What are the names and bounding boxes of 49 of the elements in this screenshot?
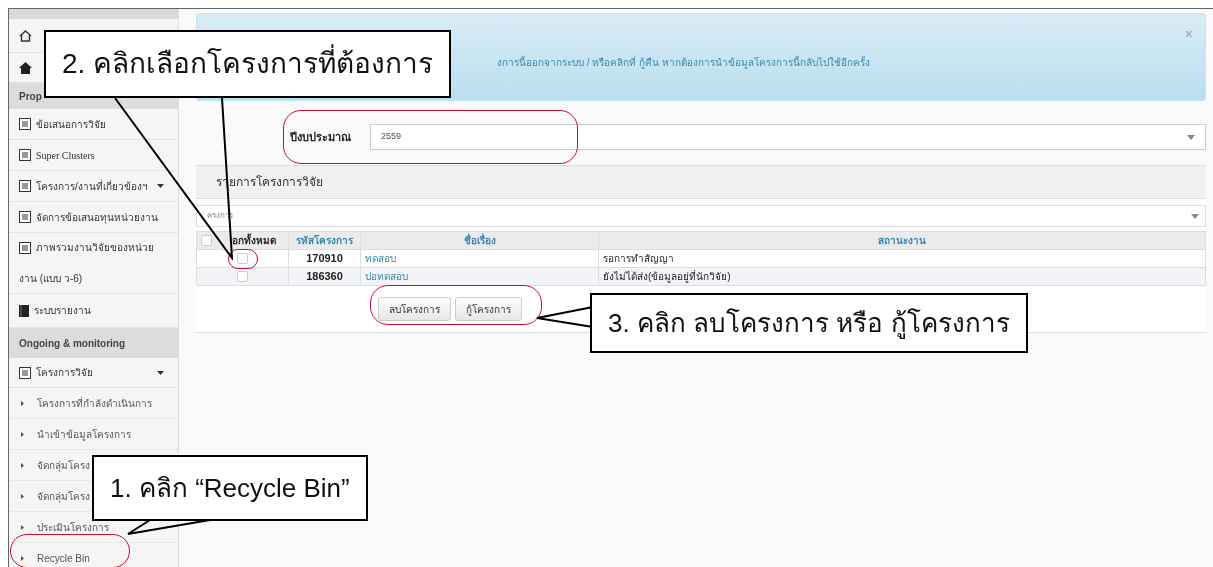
bullet-icon: [21, 493, 24, 499]
dropdown-icon: [1187, 134, 1195, 140]
sidebar-subitem[interactable]: นำเข้าข้อมูลโครงการ: [37, 426, 131, 442]
title-link[interactable]: ปอทดสอบ: [365, 269, 408, 284]
sidebar-subitem[interactable]: จัดกลุ่มโครง: [37, 457, 90, 473]
action-button[interactable]: ลบโครงการ: [378, 297, 451, 321]
checkbox[interactable]: [237, 253, 248, 264]
callout-tooltip: 1. คลิก “Recycle Bin”: [92, 455, 368, 521]
bullet-icon: [21, 400, 24, 406]
checkbox[interactable]: [237, 271, 248, 282]
sidebar-subitem[interactable]: โครงการที่กำลังดำเนินการ: [37, 395, 152, 411]
table-cell: ยังไม่ได้ส่ง(ข้อมูลอยู่ที่นักวิจัย): [603, 269, 731, 284]
alert-message: งการนี้ออกจากระบบ / หรือคลิกที่ กู้คืน หากต้องการนำข้อมูลโครงการนี้กลับไปใช้อีกครั้ง: [497, 54, 870, 70]
bullet-icon: [21, 431, 24, 437]
table-cell-text: 186360: [306, 269, 343, 285]
list-icon: [19, 149, 31, 161]
list-icon: [19, 366, 31, 379]
list-icon: [19, 118, 31, 130]
sidebar-subitem[interactable]: ประเมินโครงการ: [37, 519, 109, 535]
list-icon: [19, 241, 31, 254]
book-icon: [19, 304, 29, 317]
field-label: ปีงบประมาณ: [290, 129, 352, 145]
sidebar-item[interactable]: ภาพรวมงานวิจัยของหน่วย งาน (แบบ ว-6): [9, 233, 178, 294]
sidebar-subitem[interactable]: Recycle Bin: [37, 550, 90, 566]
checkbox[interactable]: [201, 235, 212, 246]
table-cell-text: 170910: [306, 251, 343, 267]
house-icon[interactable]: [19, 61, 32, 74]
sidebar-item[interactable]: โครงการวิจัย: [9, 358, 178, 388]
title-link[interactable]: ทดสอบ: [365, 251, 396, 266]
sidebar-item[interactable]: ข้อเสนอการวิจัย: [9, 109, 178, 140]
home-icon[interactable]: [19, 29, 32, 42]
sidebar-subitem[interactable]: จัดกลุ่มโครง: [37, 488, 90, 504]
sidebar-item[interactable]: Super Clusters: [9, 140, 178, 171]
list-icon: [19, 180, 31, 192]
sidebar-section-header: Prop: [19, 89, 42, 104]
sidebar-section-header: Ongoing & monitoring: [19, 336, 126, 351]
dropdown-icon: [1191, 213, 1199, 219]
action-button[interactable]: กู้โครงการ: [455, 297, 522, 321]
budget-select[interactable]: 2559: [370, 124, 1206, 150]
column-header: อกทั้งหมด: [232, 233, 276, 248]
sidebar-item[interactable]: จัดการข้อเสนอทุนหน่วยงาน: [9, 202, 178, 233]
bullet-icon: [21, 555, 24, 561]
list-icon: [19, 211, 31, 223]
bullet-icon: [21, 524, 24, 530]
table-cell-text: รอการทำสัญญา: [603, 252, 674, 266]
sidebar-item[interactable]: โครงการ/งานที่เกี่ยวข้องฯ: [9, 171, 178, 202]
bullet-icon: [21, 462, 24, 468]
callout-tooltip: 2. คลิกเลือกโครงการที่ต้องการ: [44, 30, 452, 98]
callout-tooltip: 3. คลิก ลบโครงการ หรือ กู้โครงการ: [590, 293, 1028, 353]
